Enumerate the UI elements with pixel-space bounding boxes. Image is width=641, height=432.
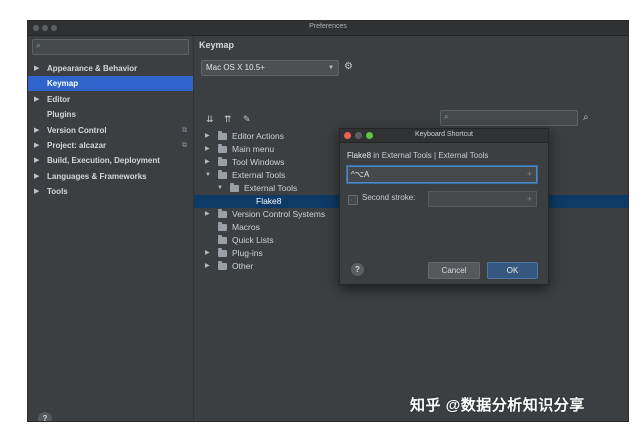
action-name: Flake8 <box>347 151 372 160</box>
sidebar-item-languages-frameworks[interactable]: ▶ Languages & Frameworks <box>28 169 193 184</box>
expand-arrow-icon: ▶ <box>205 146 210 152</box>
keymap-select-value: Mac OS X 10.5+ <box>206 63 265 72</box>
second-stroke-checkbox[interactable] <box>348 195 358 205</box>
keymap-search-input[interactable]: ⌕ <box>440 110 578 126</box>
tree-item-label: Other <box>232 261 254 271</box>
sidebar-item-label: Languages & Frameworks <box>47 172 147 181</box>
folder-icon <box>218 209 227 218</box>
page-title: Keymap <box>199 40 235 50</box>
ok-button[interactable]: OK <box>487 262 538 279</box>
add-stroke-icon[interactable]: + <box>527 192 532 206</box>
tree-item-label: Plug-ins <box>232 248 263 258</box>
window-title: Preferences <box>309 23 347 30</box>
sidebar-item-editor[interactable]: ▶ Editor <box>28 92 193 107</box>
help-button[interactable]: ? <box>38 412 52 421</box>
expand-arrow-icon: ▶ <box>34 188 40 195</box>
sidebar-item-keymap[interactable]: Keymap <box>28 76 193 91</box>
folder-icon <box>218 157 227 166</box>
keyboard-shortcut-dialog: Keyboard Shortcut Flake8 in External Too… <box>339 128 549 285</box>
second-stroke-field[interactable]: + <box>428 191 537 207</box>
folder-icon <box>218 235 227 244</box>
sidebar-item-label: Project: alcazar <box>47 141 107 150</box>
folder-icon <box>218 248 227 257</box>
expand-arrow-icon: ▶ <box>205 250 210 256</box>
action-description: Flake8 in External Tools | External Tool… <box>347 151 488 160</box>
watermark: 知乎 @数据分析知识分享 <box>410 397 585 414</box>
search-icon: ⌕ <box>36 41 41 50</box>
expand-arrow-icon: ▶ <box>205 159 210 165</box>
expand-arrow-icon: ▶ <box>205 263 210 269</box>
expand-arrow-icon: ▶ <box>34 96 40 103</box>
folder-icon <box>218 170 227 179</box>
expand-arrow-icon: ▶ <box>205 133 210 139</box>
sidebar-item-label: Tools <box>47 187 68 196</box>
settings-search-input[interactable]: ⌕ <box>32 39 189 55</box>
search-icon: ⌕ <box>444 112 449 121</box>
tree-item-label: Tool Windows <box>232 157 285 167</box>
expand-all-icon[interactable]: ⇊ <box>206 114 214 125</box>
dialog-title: Keyboard Shortcut <box>415 131 473 138</box>
collapse-all-icon[interactable]: ⇈ <box>224 114 232 125</box>
project-scope-icon: ⧉ <box>182 127 187 134</box>
dialog-titlebar: Keyboard Shortcut <box>340 129 548 143</box>
sidebar-item-label: Plugins <box>47 110 76 119</box>
dialog-help-button[interactable]: ? <box>351 263 364 276</box>
folder-icon <box>218 222 227 231</box>
settings-sidebar: ⌕ ▶ Appearance & Behavior Keymap ▶ Edito… <box>28 36 194 421</box>
expand-arrow-icon: ▶ <box>34 65 40 72</box>
collapse-arrow-icon: ▼ <box>217 185 223 191</box>
sidebar-item-build-execution-deployment[interactable]: ▶ Build, Execution, Deployment <box>28 153 193 168</box>
tree-item-label: External Tools <box>232 170 286 180</box>
expand-arrow-icon: ▶ <box>34 173 40 180</box>
sidebar-item-label: Appearance & Behavior <box>47 64 138 73</box>
tree-item-label: Editor Actions <box>232 131 284 141</box>
gear-icon[interactable]: ⚙ <box>344 61 353 72</box>
add-stroke-icon[interactable]: + <box>527 167 532 182</box>
sidebar-item-version-control[interactable]: ▶ Version Control ⧉ <box>28 123 193 138</box>
folder-icon <box>218 131 227 140</box>
expand-arrow-icon: ▶ <box>34 142 40 149</box>
find-by-shortcut-icon[interactable]: ⌕ <box>583 112 589 123</box>
folder-icon <box>218 261 227 270</box>
sidebar-item-label: Editor <box>47 95 71 104</box>
tree-item-label: Quick Lists <box>232 235 274 245</box>
project-scope-icon: ⧉ <box>182 142 187 149</box>
window-titlebar: Preferences <box>28 21 628 36</box>
folder-icon <box>230 183 239 192</box>
first-stroke-field[interactable]: ^⌥A + <box>347 166 537 183</box>
folder-icon <box>218 144 227 153</box>
keymap-select[interactable]: Mac OS X 10.5+ ▼ <box>201 60 339 76</box>
sidebar-item-label: Version Control <box>47 126 107 135</box>
tree-item-label: Flake8 <box>256 196 282 206</box>
cancel-button[interactable]: Cancel <box>428 262 480 279</box>
sidebar-item-tools[interactable]: ▶ Tools <box>28 184 193 199</box>
edit-pencil-icon[interactable]: ✎ <box>243 114 251 125</box>
sidebar-item-plugins[interactable]: Plugins <box>28 107 193 122</box>
tree-item-label: Main menu <box>232 144 275 154</box>
first-stroke-value: ^⌥A <box>351 170 370 179</box>
chevron-down-icon: ▼ <box>328 65 334 71</box>
expand-arrow-icon: ▶ <box>34 157 40 164</box>
tree-item-label: Version Control Systems <box>232 209 326 219</box>
expand-arrow-icon: ▶ <box>34 127 40 134</box>
tree-item-label: Macros <box>232 222 260 232</box>
action-path: in External Tools | External Tools <box>373 151 489 160</box>
sidebar-item-label: Build, Execution, Deployment <box>47 156 160 165</box>
sidebar-item-project[interactable]: ▶ Project: alcazar ⧉ <box>28 138 193 153</box>
sidebar-item-label: Keymap <box>47 79 79 88</box>
sidebar-item-appearance-behavior[interactable]: ▶ Appearance & Behavior <box>28 61 193 76</box>
collapse-arrow-icon: ▼ <box>205 172 211 178</box>
expand-arrow-icon: ▶ <box>205 211 210 217</box>
tree-item-label: External Tools <box>244 183 298 193</box>
second-stroke-label: Second stroke: <box>362 193 416 202</box>
